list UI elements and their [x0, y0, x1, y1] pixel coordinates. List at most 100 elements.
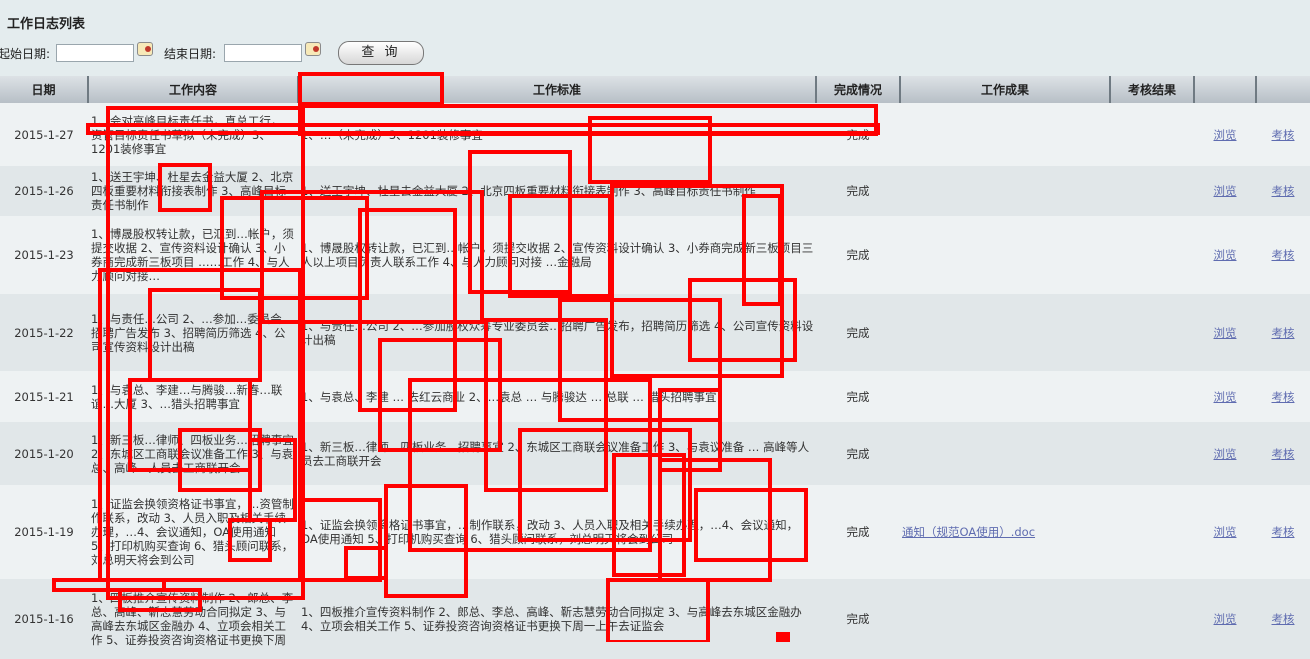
assess-link[interactable]: 考核 [1272, 612, 1295, 626]
row-standard: 1、与袁总、李建 … 去红云商业 2、…袁总 … 与腾骏达 … 总联 … 猎头招… [298, 371, 816, 422]
row-view-cell: 浏览 [1194, 579, 1256, 659]
attachment-link[interactable]: 通知（规范OA使用）.doc [902, 525, 1035, 539]
table-header: 日期 工作内容 工作标准 完成情况 工作成果 考核结果 [0, 76, 1310, 103]
row-result [900, 371, 1110, 422]
row-assessment [1110, 371, 1194, 422]
row-assess-cell: 考核 [1256, 103, 1310, 166]
column-header-assess [1255, 76, 1310, 103]
row-standard: 1、送王宇坤、杜星去金益大厦 2、北京四板重要材料衔接表制作 3、高峰目标责任书… [298, 166, 816, 216]
row-content: 1、新三板…律师、四板业务…招聘事宜 2、东城区工商联会议准备工作 3、与袁总、… [88, 422, 298, 485]
table-row: 2015-1-20 1、新三板…律师、四板业务…招聘事宜 2、东城区工商联会议准… [0, 422, 1310, 485]
assess-link[interactable]: 考核 [1272, 525, 1295, 539]
table-row: 2015-1-26 1、送王宇坤、杜星去金益大厦 2、北京四板重要材料衔接表制作… [0, 166, 1310, 216]
row-date: 2015-1-16 [0, 579, 88, 659]
assess-link[interactable]: 考核 [1272, 184, 1295, 198]
row-date: 2015-1-20 [0, 422, 88, 485]
row-assessment [1110, 579, 1194, 659]
row-content: 1、送王宇坤、杜星去金益大厦 2、北京四板重要材料衔接表制作 3、高峰目标责任书… [88, 166, 298, 216]
row-result: 通知（规范OA使用）.doc [900, 485, 1110, 579]
row-status: 完成 [816, 103, 900, 166]
row-assess-cell: 考核 [1256, 216, 1310, 294]
row-assessment [1110, 166, 1194, 216]
row-assess-cell: 考核 [1256, 579, 1310, 659]
view-link[interactable]: 浏览 [1214, 525, 1237, 539]
assess-link[interactable]: 考核 [1272, 128, 1295, 142]
view-link[interactable]: 浏览 [1214, 447, 1237, 461]
row-assessment [1110, 294, 1194, 371]
assess-link[interactable]: 考核 [1272, 447, 1295, 461]
column-header-assessment: 考核结果 [1109, 76, 1194, 103]
row-assess-cell: 考核 [1256, 485, 1310, 579]
row-status: 完成 [816, 166, 900, 216]
row-standard: 1、博晟股权转让款，已汇到…帐户，须提交收据 2、宣传资料设计确认 3、小券商完… [298, 216, 816, 294]
assess-link[interactable]: 考核 [1272, 390, 1295, 404]
column-header-view [1193, 76, 1256, 103]
calendar-icon[interactable] [305, 42, 321, 56]
column-header-status: 完成情况 [815, 76, 900, 103]
row-view-cell: 浏览 [1194, 216, 1256, 294]
view-link[interactable]: 浏览 [1214, 248, 1237, 262]
row-status: 完成 [816, 485, 900, 579]
end-date-input[interactable] [224, 44, 302, 62]
assess-link[interactable]: 考核 [1272, 248, 1295, 262]
row-view-cell: 浏览 [1194, 166, 1256, 216]
row-date: 2015-1-26 [0, 166, 88, 216]
row-date: 2015-1-23 [0, 216, 88, 294]
row-date: 2015-1-21 [0, 371, 88, 422]
assess-link[interactable]: 考核 [1272, 326, 1295, 340]
end-date-label: 结束日期: [164, 47, 217, 61]
table-row: 2015-1-27 1、会对高峰目标责任书，真总工行，…资管目标责任书草拟（未完… [0, 103, 1310, 166]
row-assessment [1110, 422, 1194, 485]
row-assessment [1110, 216, 1194, 294]
table-row: 2015-1-22 1、与责任…公司 2、…参加…委员会…招聘广告发布 3、招聘… [0, 294, 1310, 371]
row-result [900, 103, 1110, 166]
column-header-content: 工作内容 [87, 76, 298, 103]
row-content: 1、博晟股权转让款，已汇到…帐户，须提交收据 2、宣传资料设计确认 3、小券商完… [88, 216, 298, 294]
row-result [900, 422, 1110, 485]
row-date: 2015-1-22 [0, 294, 88, 371]
table-row: 2015-1-19 1、证监会换领资格证书事宜，…资管制作联系，改动 3、人员入… [0, 485, 1310, 579]
row-date: 2015-1-19 [0, 485, 88, 579]
row-status: 完成 [816, 371, 900, 422]
view-link[interactable]: 浏览 [1214, 612, 1237, 626]
view-link[interactable]: 浏览 [1214, 326, 1237, 340]
page-title: 工作日志列表 [7, 17, 86, 32]
column-header-result: 工作成果 [899, 76, 1110, 103]
start-date-label: 起始日期: [0, 47, 51, 61]
row-standard: 1、与责任…公司 2、…参加股权众筹专业委员会…招聘广告发布，招聘简历筛选 4、… [298, 294, 816, 371]
column-header-standard: 工作标准 [297, 76, 816, 103]
row-view-cell: 浏览 [1194, 485, 1256, 579]
row-assess-cell: 考核 [1256, 422, 1310, 485]
row-status: 完成 [816, 294, 900, 371]
row-assess-cell: 考核 [1256, 166, 1310, 216]
row-standard: 1、证监会换领资格证书事宜，…制作联系，改动 3、人员入职及相关手续办理，…4、… [298, 485, 816, 579]
row-view-cell: 浏览 [1194, 103, 1256, 166]
row-result [900, 294, 1110, 371]
row-view-cell: 浏览 [1194, 422, 1256, 485]
query-button[interactable]: 查 询 [338, 41, 424, 65]
row-content: 1、与袁总、李建…与腾骏…新春…联谊…大厦 3、…猎头招聘事宜 [88, 371, 298, 422]
view-link[interactable]: 浏览 [1214, 184, 1237, 198]
row-status: 完成 [816, 422, 900, 485]
worklog-table: 日期 工作内容 工作标准 完成情况 工作成果 考核结果 2015-1-27 1、… [0, 76, 1310, 659]
row-assessment [1110, 485, 1194, 579]
row-result [900, 216, 1110, 294]
table-row: 2015-1-16 1、四板推介宣传资料制作 2、郎总、李总、高峰、靳志慧劳动合… [0, 579, 1310, 659]
row-result [900, 166, 1110, 216]
filter-toolbar: 工作日志列表 起始日期: 结束日期: 查 询 [0, 0, 1310, 76]
row-standard: 1、新三板…律师、四板业务…招聘事宜 2、东城区工商联会议准备工作 3、与袁议准… [298, 422, 816, 485]
start-date-input[interactable] [56, 44, 134, 62]
row-view-cell: 浏览 [1194, 371, 1256, 422]
calendar-icon[interactable] [137, 42, 153, 56]
row-view-cell: 浏览 [1194, 294, 1256, 371]
row-content: 1、四板推介宣传资料制作 2、郎总、李总、高峰、靳志慧劳动合同拟定 3、与高峰去… [88, 579, 298, 659]
view-link[interactable]: 浏览 [1214, 128, 1237, 142]
row-assess-cell: 考核 [1256, 371, 1310, 422]
row-date: 2015-1-27 [0, 103, 88, 166]
row-content: 1、证监会换领资格证书事宜，…资管制作联系，改动 3、人员入职及相关手续办理，…… [88, 485, 298, 579]
column-header-date: 日期 [0, 76, 88, 103]
view-link[interactable]: 浏览 [1214, 390, 1237, 404]
row-status: 完成 [816, 216, 900, 294]
table-row: 2015-1-23 1、博晟股权转让款，已汇到…帐户，须提交收据 2、宣传资料设… [0, 216, 1310, 294]
row-content: 1、会对高峰目标责任书，真总工行，…资管目标责任书草拟（未完成）3、1201装修… [88, 103, 298, 166]
